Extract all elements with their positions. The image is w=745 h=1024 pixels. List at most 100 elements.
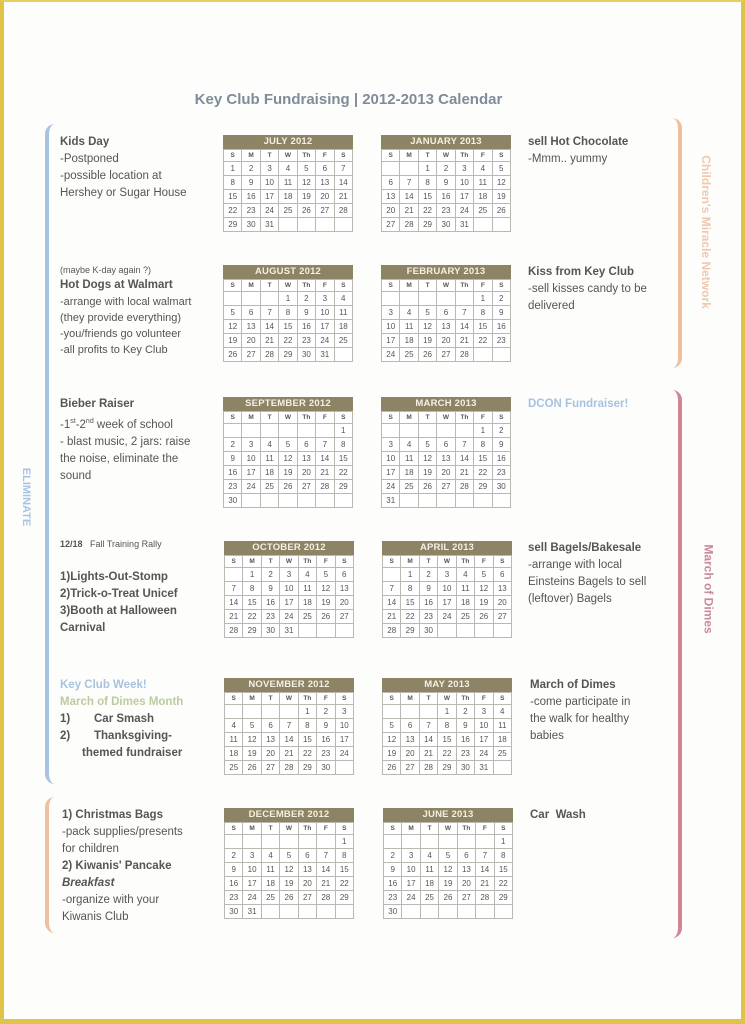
calendar-empty-cell [223, 834, 244, 849]
weekday-header: T [417, 279, 438, 292]
calendar-empty-cell [491, 217, 512, 232]
calendar-day: 9 [316, 718, 336, 733]
calendar-week-row: 12 13 14 15 16 17 18 [222, 319, 354, 334]
calendar-day: 27 [315, 203, 335, 218]
calendar-day: 1 [493, 834, 514, 849]
calendar-day: 6 [260, 718, 281, 733]
calendar-day: 1 [242, 567, 262, 582]
note-july: Kids Day -Postponed -possible location a… [60, 134, 187, 202]
calendar-day: 9 [260, 581, 281, 596]
calendar-day: 20 [296, 465, 317, 480]
calendar-day: 8 [473, 437, 493, 452]
calendar-day: 23 [455, 746, 476, 761]
calendar-week-row: 28 29 30 [381, 623, 513, 638]
calendar-day: 10 [380, 451, 401, 466]
calendar-empty-cell [297, 834, 318, 849]
calendar-day: 20 [297, 876, 318, 891]
calendar-day: 21 [418, 746, 439, 761]
calendar-day: 6 [492, 567, 513, 582]
calendar-week-row: 9 10 11 12 13 14 15 [222, 451, 354, 466]
calendar-day: 21 [475, 876, 495, 891]
calendar-january-2013: JANUARY 2013 S M T W Th F S 1 2 3 4 5 6 7 8 9 10 11 12 13 14 1… [380, 135, 512, 232]
calendar-day: 1 [400, 567, 420, 582]
weekday-header: M [242, 822, 262, 835]
weekday-header: W [436, 279, 456, 292]
calendar-day: 31 [315, 347, 335, 362]
calendar-day: 6 [456, 848, 477, 863]
calendar-day: 10 [380, 319, 401, 334]
weekday-header: F [474, 555, 494, 568]
weekday-header-row: S M T W Th F S [222, 149, 354, 162]
calendar-day: 4 [297, 567, 318, 582]
calendar-empty-cell [260, 704, 281, 719]
note-title: March of Dimes [530, 679, 616, 691]
calendar-day: 28 [454, 347, 475, 362]
calendar-day: 15 [333, 451, 354, 466]
calendar-day: 23 [222, 479, 243, 494]
calendar-empty-cell [401, 904, 421, 919]
calendar-empty-cell [296, 217, 317, 232]
calendar-week-row: 19 20 21 22 23 24 25 [381, 746, 513, 761]
calendar-day: 16 [223, 876, 244, 891]
note-line: (leftover) Bagels [528, 593, 612, 605]
calendar-empty-cell [297, 904, 318, 919]
note-event: 12/18 Fall Training Rally [60, 538, 178, 551]
calendar-day: 20 [380, 203, 401, 218]
calendar-day: 10 [454, 175, 475, 190]
calendar-day: 11 [455, 581, 476, 596]
calendar-grid: S M T W Th F S 1 2 3 4 5 6 7 8 9 10 11 12 13 14 15 16 17 18 19 20 2… [223, 822, 355, 919]
calendar-day: 22 [242, 609, 262, 624]
weekday-header: S [382, 822, 403, 835]
calendar-day: 12 [438, 862, 458, 877]
calendar-day: 24 [380, 347, 401, 362]
calendar-day: 24 [401, 890, 421, 905]
calendar-day: 16 [418, 595, 439, 610]
calendar-empty-cell [400, 704, 420, 719]
calendar-week-row: 21 22 23 24 25 26 27 [223, 609, 355, 624]
calendar-empty-cell [437, 623, 457, 638]
march-of-dimes-label: March of Dimes [701, 544, 716, 634]
calendar-week-row: 16 17 18 19 20 21 22 [222, 465, 354, 480]
calendar-day: 2 [260, 567, 281, 582]
calendar-day: 22 [417, 203, 438, 218]
calendar-empty-cell [259, 423, 280, 438]
calendar-empty-cell [492, 623, 513, 638]
weekday-header: F [315, 149, 335, 162]
calendar-day: 18 [297, 595, 318, 610]
note-line: Kiwanis Club [62, 911, 129, 923]
calendar-day: 5 [417, 305, 438, 320]
weekday-header: T [260, 555, 281, 568]
weekday-header: S [493, 822, 514, 835]
calendar-day: 4 [399, 305, 419, 320]
calendar-day: 17 [315, 319, 335, 334]
calendar-day: 2 [455, 704, 476, 719]
calendar-day: 5 [381, 718, 402, 733]
calendar-week-row: 24 25 26 27 28 [380, 347, 512, 362]
calendar-day: 4 [223, 718, 244, 733]
weekday-header: M [399, 411, 419, 424]
calendar-empty-cell [333, 493, 354, 508]
calendar-day: 5 [474, 567, 494, 582]
calendar-day: 31 [454, 217, 475, 232]
calendar-week-row: 3456789 [380, 305, 512, 320]
weekday-header-row: S M T W Th F S [222, 411, 354, 424]
note-line: for children [62, 843, 119, 855]
calendar-day: 6 [315, 161, 335, 176]
calendar-day: 7 [475, 848, 495, 863]
calendar-empty-cell [473, 217, 493, 232]
calendar-day: 25 [419, 890, 440, 905]
calendar-empty-cell [279, 904, 299, 919]
calendar-day: 19 [296, 189, 317, 204]
calendar-day: 14 [454, 451, 475, 466]
calendar-day: 10 [259, 175, 280, 190]
calendar-week-row: 9 10 11 12 13 14 15 [223, 862, 355, 877]
calendar-day: 8 [278, 305, 298, 320]
calendar-day: 5 [222, 305, 243, 320]
calendar-day: 11 [297, 581, 318, 596]
note-item: 1)Lights-Out-Stomp [60, 571, 168, 583]
note-item: Carnival [60, 622, 106, 634]
calendar-february-2013: FEBRUARY 2013 S M T W Th F S 1 2 3 4 5 6 7 8 9 10 11 12 13 14… [380, 265, 512, 362]
calendar-day: 8 [417, 175, 438, 190]
calendar-day: 12 [474, 581, 494, 596]
weekday-header: T [418, 692, 439, 705]
